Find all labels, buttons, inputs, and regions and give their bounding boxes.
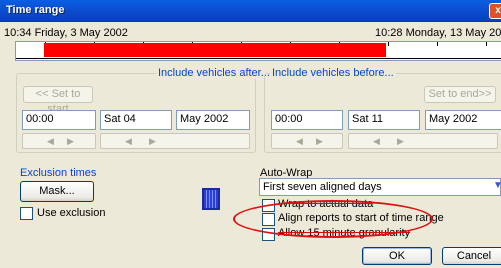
before-time-spinner[interactable]: ◀ ▶	[271, 133, 343, 149]
before-day-input[interactable]: Sat 11	[348, 110, 420, 130]
set-to-end-button[interactable]: Set to end>>	[424, 86, 496, 103]
timeline-baseline	[16, 58, 501, 59]
close-icon: x	[495, 5, 501, 16]
after-time-input[interactable]: 00:00	[22, 110, 96, 130]
before-month-input[interactable]: May 2002	[425, 110, 501, 130]
timeline-start-label: 10:34 Friday, 3 May 2002	[4, 27, 128, 39]
title-bar	[0, 0, 501, 22]
selected-range-bar[interactable]	[44, 43, 386, 57]
arrow-left-icon[interactable]: ◀	[47, 136, 54, 147]
timeline-tick	[437, 42, 438, 46]
arrow-left-icon[interactable]: ◀	[296, 136, 303, 147]
use-exclusion-label: Use exclusion	[37, 207, 106, 219]
after-group-label: Include vehicles after...	[156, 67, 272, 79]
chevron-down-icon[interactable]: ▼	[493, 180, 501, 191]
arrow-right-icon[interactable]: ▶	[67, 136, 74, 147]
window-title: Time range	[6, 4, 65, 16]
arrow-left-icon[interactable]: ◀	[373, 136, 380, 147]
before-time-input[interactable]: 00:00	[271, 110, 343, 130]
ok-button[interactable]: OK	[362, 247, 432, 265]
before-group-label: Include vehicles before...	[270, 67, 396, 79]
arrow-right-icon[interactable]: ▶	[397, 136, 404, 147]
set-to-start-button[interactable]: << Set to start	[23, 86, 93, 115]
before-date-spinner[interactable]: ◀ ▶	[348, 133, 498, 149]
after-time-spinner[interactable]: ◀ ▶	[22, 133, 96, 149]
highlight-ellipse	[233, 200, 433, 238]
timeline-tick	[486, 42, 487, 46]
after-day-input[interactable]: Sat 04	[100, 110, 172, 130]
cancel-button[interactable]: Cancel	[442, 247, 501, 265]
arrow-right-icon[interactable]: ▶	[316, 136, 323, 147]
mask-button[interactable]: Mask...	[20, 181, 94, 202]
use-exclusion-checkbox[interactable]	[20, 207, 33, 220]
autowrap-select[interactable]: First seven aligned days ▼	[259, 178, 501, 196]
grid-icon	[202, 188, 220, 210]
timeline-end-label: 10:28 Monday, 13 May 2002	[375, 27, 501, 39]
arrow-right-icon[interactable]: ▶	[149, 136, 156, 147]
after-date-spinner[interactable]: ◀ ▶	[100, 133, 250, 149]
close-button[interactable]: x	[489, 3, 501, 19]
after-month-input[interactable]: May 2002	[176, 110, 250, 130]
autowrap-selected-value: First seven aligned days	[263, 181, 382, 193]
exclusion-label: Exclusion times	[20, 167, 97, 179]
timeline-tick	[388, 42, 389, 46]
arrow-left-icon[interactable]: ◀	[125, 136, 132, 147]
